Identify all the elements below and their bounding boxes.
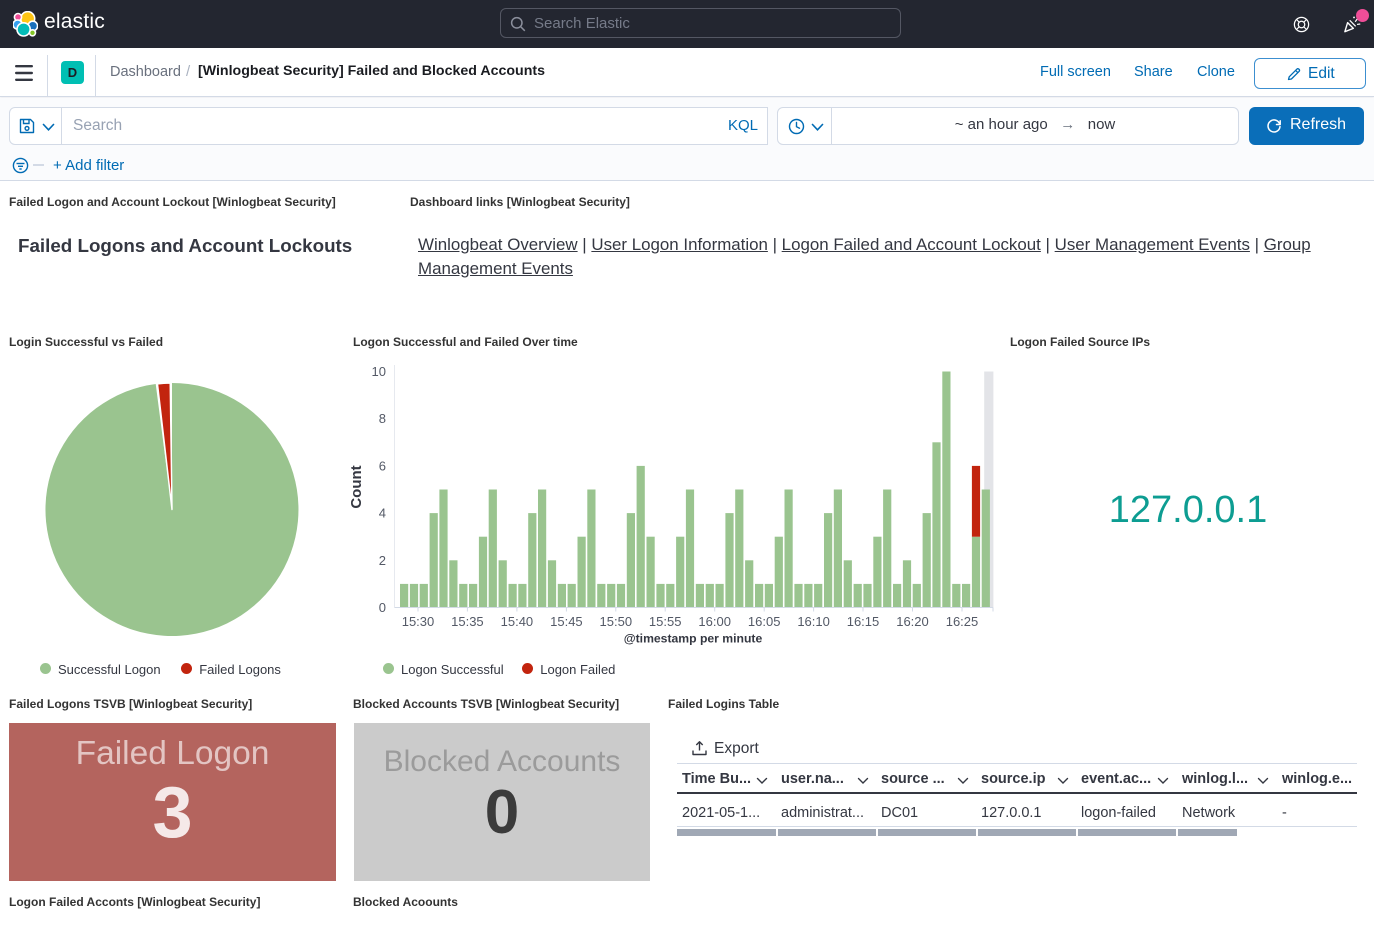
- svg-text:15:45: 15:45: [550, 614, 583, 629]
- svg-text:10: 10: [372, 364, 386, 379]
- svg-text:16:15: 16:15: [847, 614, 880, 629]
- svg-text:16:25: 16:25: [946, 614, 979, 629]
- svg-text:4: 4: [379, 506, 386, 521]
- svg-text:@timestamp per minute: @timestamp per minute: [624, 632, 763, 646]
- svg-text:15:30: 15:30: [402, 614, 435, 629]
- svg-text:16:00: 16:00: [698, 614, 731, 629]
- svg-text:0: 0: [379, 600, 386, 615]
- svg-text:15:50: 15:50: [600, 614, 633, 629]
- svg-text:15:40: 15:40: [501, 614, 534, 629]
- svg-text:8: 8: [379, 411, 386, 426]
- svg-text:16:20: 16:20: [896, 614, 929, 629]
- svg-text:15:35: 15:35: [451, 614, 484, 629]
- svg-text:16:05: 16:05: [748, 614, 781, 629]
- svg-text:15:55: 15:55: [649, 614, 682, 629]
- svg-text:16:10: 16:10: [797, 614, 830, 629]
- svg-text:6: 6: [379, 458, 386, 473]
- svg-text:Count: Count: [350, 465, 365, 508]
- svg-text:2: 2: [379, 553, 386, 568]
